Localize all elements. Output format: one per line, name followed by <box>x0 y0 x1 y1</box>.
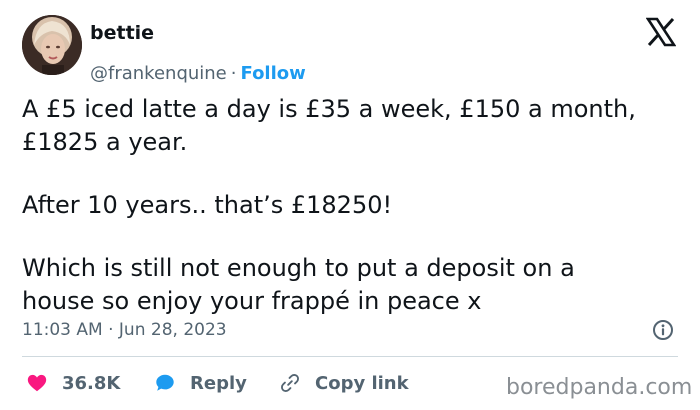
author-name[interactable]: bettie <box>90 22 154 44</box>
watermark: boredpanda.com <box>506 375 693 400</box>
heart-icon <box>27 374 47 392</box>
separator-dot: · <box>230 63 237 84</box>
tweet-paragraph: Which is still not enough to put a depos… <box>22 254 575 315</box>
copy-link-label: Copy link <box>315 372 409 394</box>
handle-row: @frankenquine · Follow <box>90 63 306 84</box>
tweet-timestamp[interactable]: 11:03 AM · Jun 28, 2023 <box>22 320 227 340</box>
info-icon[interactable] <box>652 319 674 341</box>
reply-label: Reply <box>190 372 247 394</box>
avatar[interactable] <box>22 15 82 75</box>
tweet-date: Jun 28, 2023 <box>118 320 227 340</box>
x-logo-icon[interactable] <box>646 17 676 47</box>
divider <box>22 356 678 357</box>
like-count: 36.8K <box>62 372 121 394</box>
tweet-text: A £5 iced latte a day is £35 a week, £15… <box>22 93 682 348</box>
reply-button[interactable]: Reply <box>154 370 247 396</box>
user-avatar-icon <box>22 15 82 75</box>
tweet-paragraph: After 10 years.. that’s £18250! <box>22 191 393 219</box>
like-button[interactable]: 36.8K <box>26 370 120 396</box>
link-icon <box>281 374 299 392</box>
tweet-paragraph: A £5 iced latte a day is £35 a week, £15… <box>22 95 636 156</box>
tweet-time: 11:03 AM <box>22 320 103 340</box>
author-handle[interactable]: @frankenquine <box>90 63 227 84</box>
follow-button[interactable]: Follow <box>241 63 306 84</box>
separator-dot: · <box>108 320 114 340</box>
copy-link-button[interactable]: Copy link <box>279 370 409 396</box>
reply-bubble-icon <box>156 374 174 391</box>
tweet-header: bettie @frankenquine · Follow <box>22 15 682 84</box>
